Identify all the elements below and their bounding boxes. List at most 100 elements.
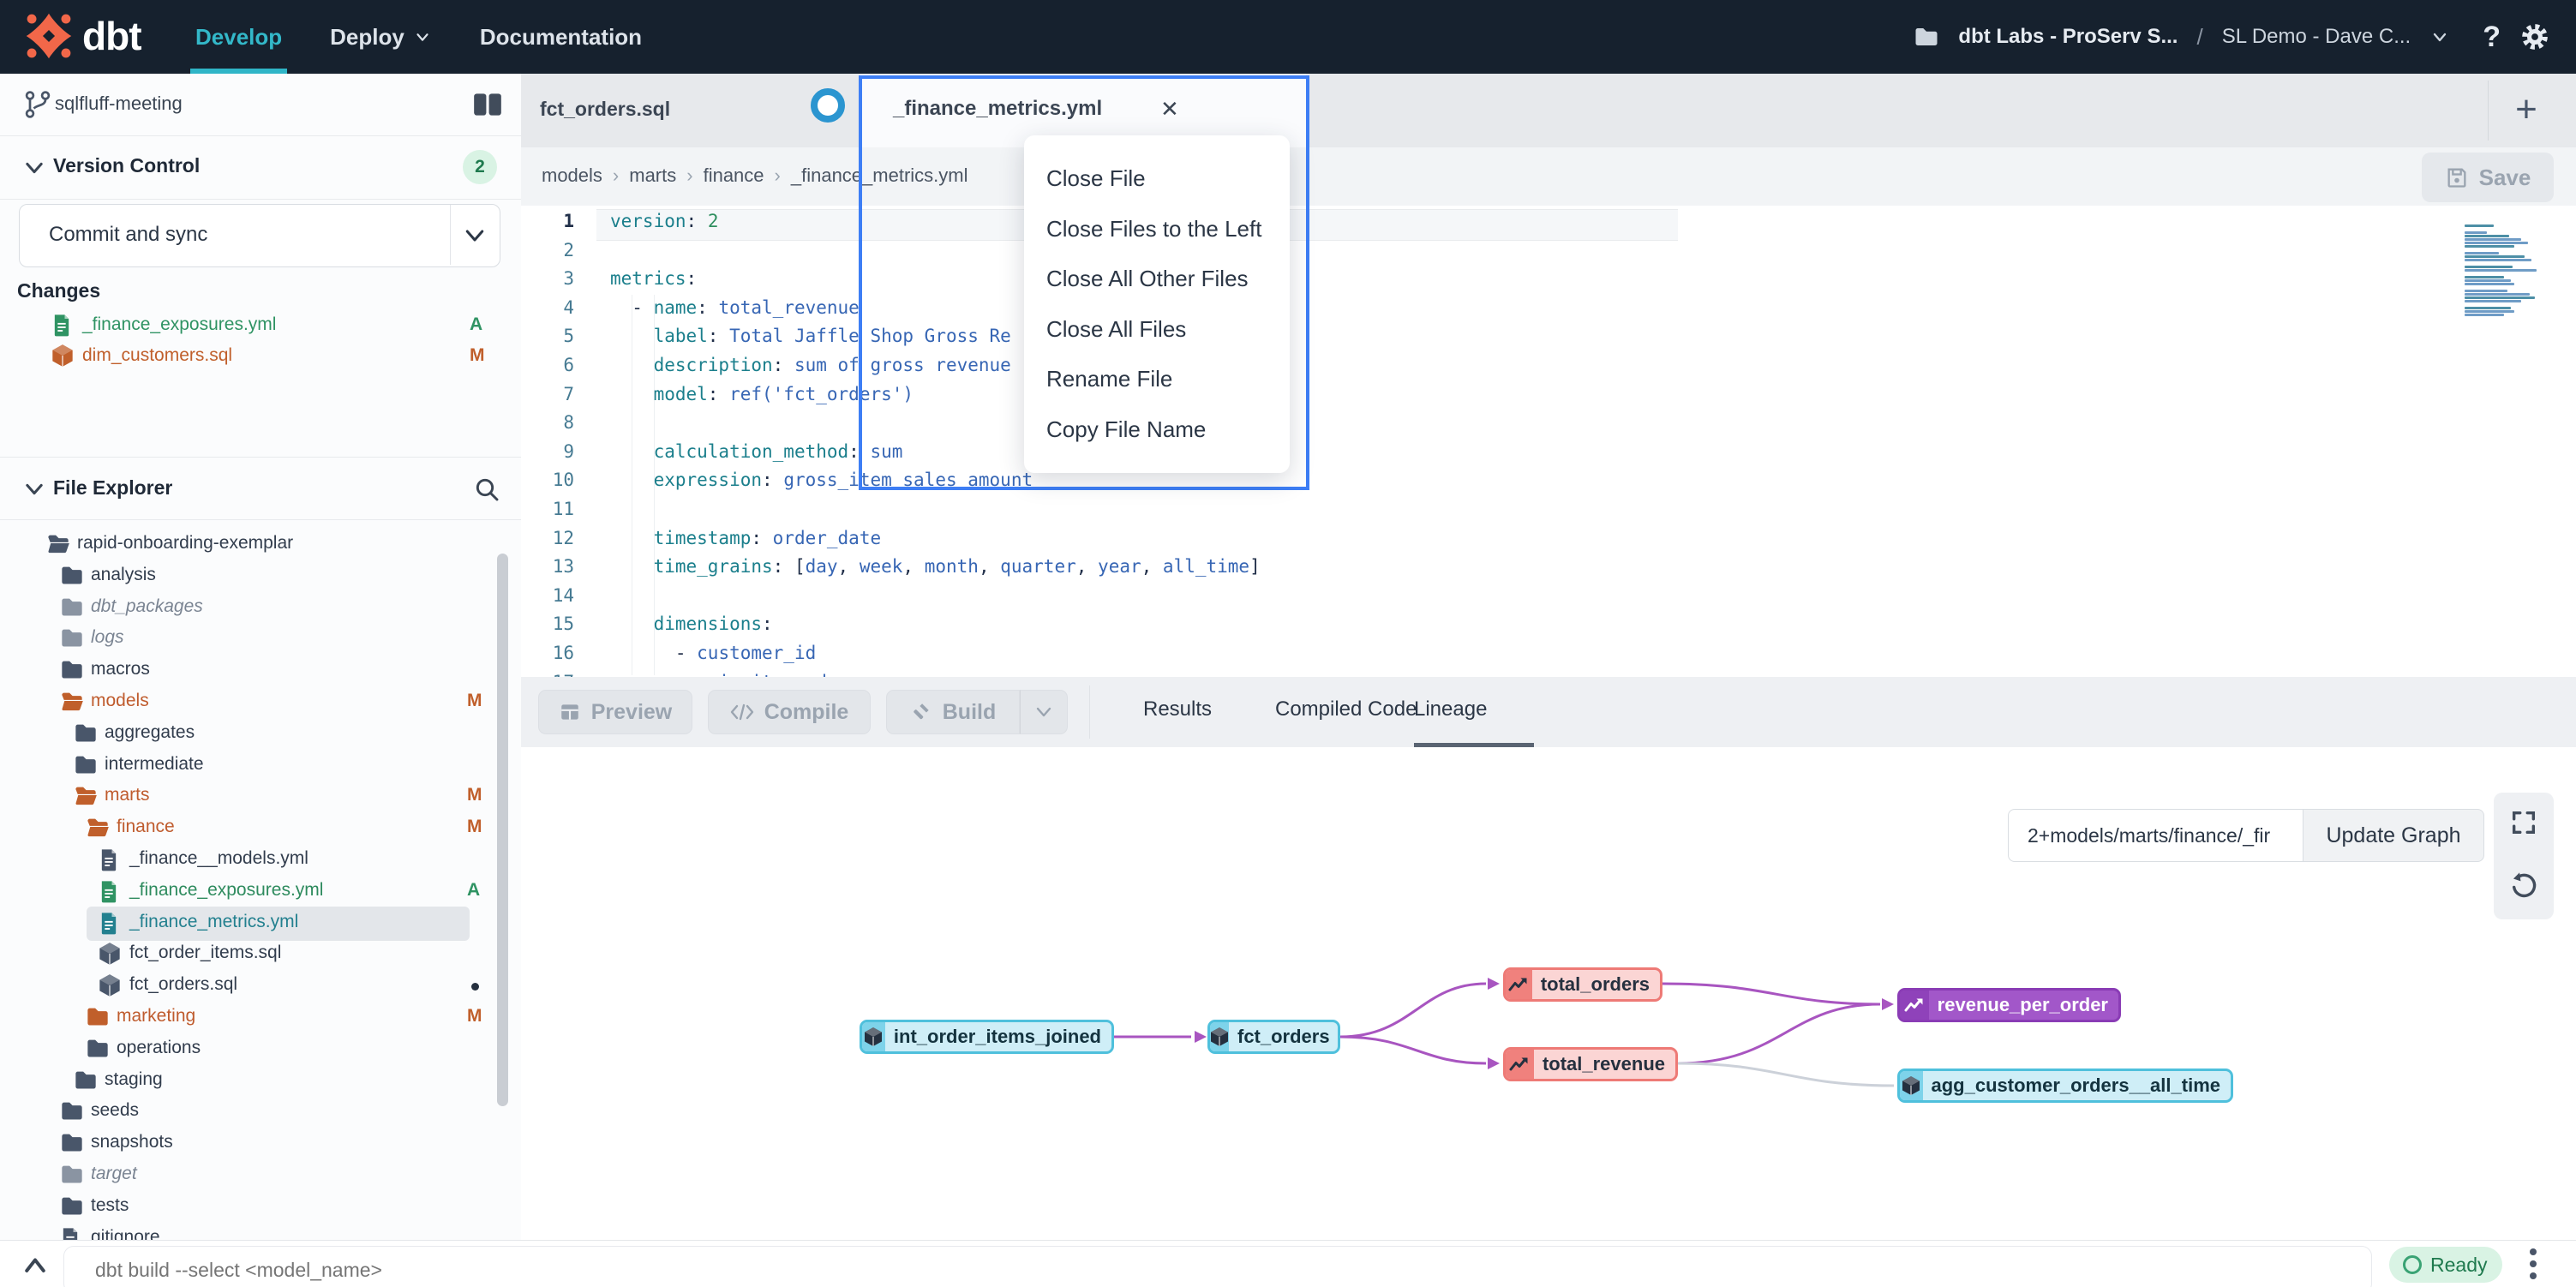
breadcrumb-item[interactable]: marts [629, 165, 676, 187]
kebab-menu-icon[interactable] [2530, 1248, 2538, 1281]
line-number: 9 [521, 441, 574, 462]
code-token: [ [783, 556, 805, 577]
git-status-badge: M [467, 1006, 482, 1027]
build-button[interactable]: Build [886, 690, 1020, 734]
nav-item-develop[interactable]: Develop [195, 0, 282, 74]
update-graph-button[interactable]: Update Graph [2303, 809, 2484, 862]
tree-item-target[interactable]: target [0, 1160, 521, 1191]
folder-open-icon [86, 816, 110, 838]
tab-compiled-code[interactable]: Compiled Code [1275, 697, 1417, 721]
commit-and-sync-button[interactable]: Commit and sync [19, 204, 500, 267]
nav-item-label: Develop [195, 24, 282, 51]
code-token: : [697, 297, 708, 318]
menu-item-close-files-to-the-left[interactable]: Close Files to the Left [1024, 216, 1290, 242]
nav-item-label: Documentation [480, 24, 642, 51]
build-options-button[interactable] [1020, 690, 1068, 734]
tree-item-marts[interactable]: martsM [0, 781, 521, 812]
tree-item-marketing[interactable]: marketingM [0, 1003, 521, 1033]
tree-item-snapshots[interactable]: snapshots [0, 1128, 521, 1159]
file-tree-scrollbar[interactable] [497, 554, 508, 1106]
dbt-logo-text: dbt [82, 13, 141, 59]
tab-lineage[interactable]: Lineage [1414, 697, 1487, 721]
tree-item-logs[interactable]: logs [0, 624, 521, 655]
lineage-node-fct_orders[interactable]: fct_orders [1207, 1020, 1340, 1054]
code-token [610, 614, 654, 634]
account-selector[interactable]: dbt Labs - ProServ S... [1958, 25, 2178, 49]
new-tab-button[interactable]: + [2501, 84, 2552, 135]
lineage-node-agg_customer_orders__all_time[interactable]: agg_customer_orders__all_time [1897, 1069, 2233, 1103]
nav-item-documentation[interactable]: Documentation [480, 0, 642, 74]
change-item[interactable]: _finance_exposures.ymlA [0, 310, 521, 341]
metric-icon [1904, 996, 1925, 1015]
code-token [610, 355, 654, 375]
file-icon [51, 313, 72, 337]
tree-item-seeds[interactable]: seeds [0, 1097, 521, 1128]
tree-item-intermediate[interactable]: intermediate [0, 751, 521, 781]
editor-minimap[interactable] [2461, 224, 2555, 319]
fullscreen-icon[interactable] [2509, 808, 2538, 837]
breadcrumb-item[interactable]: _finance_metrics.yml [791, 165, 968, 187]
menu-item-copy-file-name[interactable]: Copy File Name [1024, 416, 1290, 443]
menu-item-close-file[interactable]: Close File [1024, 165, 1290, 192]
lineage-filter-input[interactable]: 2+models/marts/finance/_fir [2008, 809, 2303, 862]
folder-open-icon [46, 532, 70, 554]
change-item[interactable]: dim_customers.sqlM [0, 341, 521, 372]
menu-item-close-all-files[interactable]: Close All Files [1024, 316, 1290, 343]
tree-item-fct-orders-sql[interactable]: fct_orders.sql [0, 971, 521, 1002]
chevron-up-icon[interactable] [21, 1253, 50, 1277]
code-editor[interactable]: 1version: 223metrics:4 - name: total_rev… [521, 206, 2576, 677]
tab-results[interactable]: Results [1143, 697, 1212, 721]
dbt-logo[interactable]: dbt [24, 11, 141, 61]
code-token: sum [860, 441, 903, 462]
tree-item-rapid-onboarding-exemplar[interactable]: rapid-onboarding-exemplar [0, 530, 521, 560]
tree-item-macros[interactable]: macros [0, 655, 521, 686]
tree-item-analysis[interactable]: analysis [0, 561, 521, 592]
tree-item--finance-metrics-yml[interactable]: _finance_metrics.yml [0, 908, 521, 939]
menu-item-rename-file[interactable]: Rename File [1024, 366, 1290, 392]
tree-item-operations[interactable]: operations [0, 1034, 521, 1065]
project-selector[interactable]: SL Demo - Dave C... [2222, 25, 2411, 49]
tree-item--finance-exposures-yml[interactable]: _finance_exposures.ymlA [0, 877, 521, 907]
docs-book-icon[interactable] [471, 91, 504, 118]
code-token: label [654, 326, 708, 346]
file-explorer-header[interactable]: File Explorer [0, 457, 521, 519]
chevron-down-icon[interactable] [462, 224, 488, 247]
breadcrumb-item[interactable]: models [542, 165, 602, 187]
lineage-node-total_orders[interactable]: total_orders [1503, 967, 1662, 1002]
tree-item--finance-models-yml[interactable]: _finance__models.yml [0, 845, 521, 876]
tree-item-fct-order-items-sql[interactable]: fct_order_items.sql [0, 939, 521, 970]
tree-item-finance[interactable]: financeM [0, 813, 521, 844]
chevron-down-icon [1033, 703, 1054, 721]
tree-item-models[interactable]: modelsM [0, 687, 521, 718]
compile-button[interactable]: Compile [708, 690, 871, 734]
gear-icon[interactable] [2519, 21, 2550, 52]
lineage-node-total_revenue[interactable]: total_revenue [1503, 1047, 1678, 1081]
tab-fct-orders-sql[interactable]: fct_orders.sql [521, 74, 860, 147]
tab-label: _finance_metrics.yml [893, 97, 1102, 121]
preview-button[interactable]: Preview [538, 690, 692, 734]
version-control-header[interactable]: Version Control 2 [0, 135, 521, 199]
search-icon[interactable] [473, 476, 500, 503]
code-token: version [610, 211, 686, 231]
minimap-line [2465, 290, 2507, 292]
menu-item-close-all-other-files[interactable]: Close All Other Files [1024, 266, 1290, 292]
tree-item-aggregates[interactable]: aggregates [0, 719, 521, 750]
nav-item-deploy[interactable]: Deploy [330, 0, 432, 74]
git-branch-row[interactable]: sqlfluff-meeting [0, 74, 521, 135]
lineage-node-int_order_items_joined[interactable]: int_order_items_joined [860, 1020, 1114, 1054]
tree-item-staging[interactable]: staging [0, 1066, 521, 1097]
breadcrumb-item[interactable]: finance [704, 165, 764, 187]
tree-item-tests[interactable]: tests [0, 1192, 521, 1223]
tree-item-dbt-packages[interactable]: dbt_packages [0, 593, 521, 624]
lineage-canvas[interactable]: int_order_items_joined fct_orders total_or… [521, 747, 2576, 1240]
lineage-node-revenue_per_order[interactable]: revenue_per_order [1897, 988, 2121, 1022]
code-token: model [654, 384, 708, 404]
help-icon[interactable]: ? [2483, 21, 2501, 54]
code-token: ref('fct_orders') [718, 384, 914, 404]
chevron-down-icon[interactable] [2429, 27, 2450, 47]
reset-view-icon[interactable] [2509, 871, 2538, 901]
chevron-down-icon [413, 27, 432, 46]
command-input[interactable] [63, 1246, 2372, 1287]
save-button[interactable]: Save [2422, 153, 2554, 202]
close-icon[interactable]: ✕ [1160, 96, 1179, 123]
